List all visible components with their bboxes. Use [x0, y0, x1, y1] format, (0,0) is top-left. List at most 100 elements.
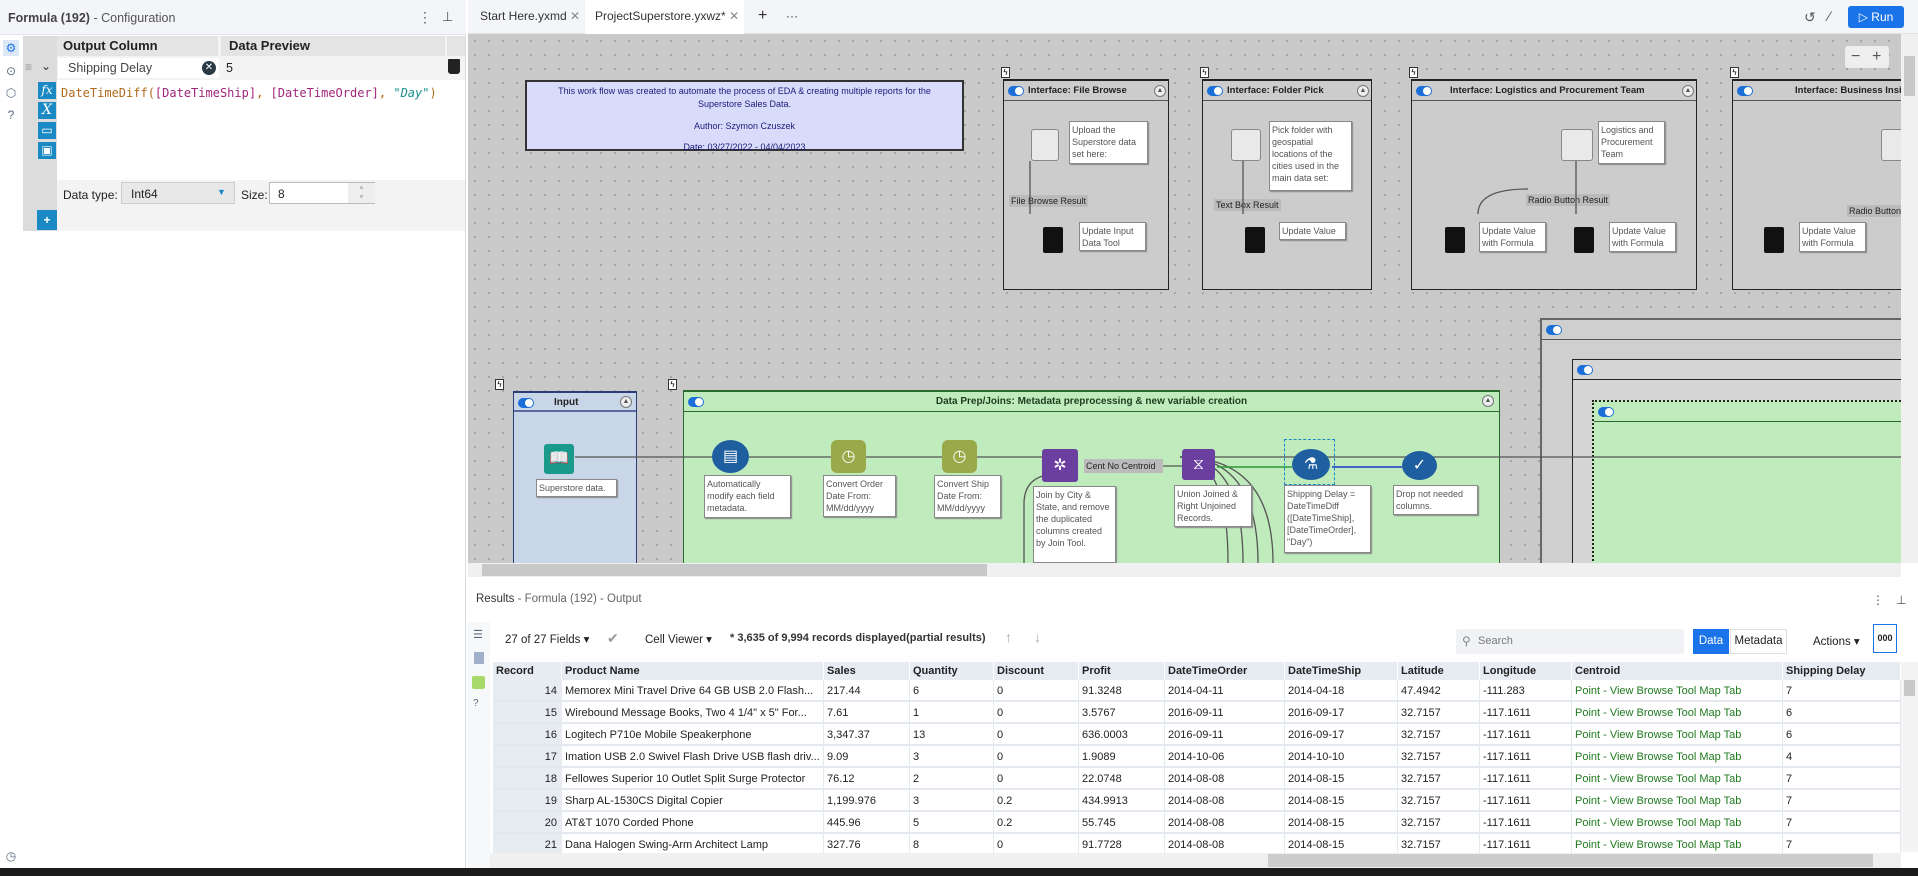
- number-format-button[interactable]: 000: [1873, 624, 1897, 653]
- table-cell[interactable]: 0: [994, 724, 1079, 746]
- record-number[interactable]: 15: [493, 702, 562, 724]
- table-cell[interactable]: 1,199.976: [824, 790, 910, 812]
- table-cell[interactable]: 3: [910, 790, 994, 812]
- record-number[interactable]: 16: [493, 724, 562, 746]
- variable-icon[interactable]: X: [38, 102, 56, 119]
- table-cell[interactable]: 13: [910, 724, 994, 746]
- auto-field-tool[interactable]: ▤: [712, 440, 749, 473]
- table-cell[interactable]: 7: [1783, 768, 1901, 790]
- table-cell[interactable]: 2016-09-11: [1165, 702, 1285, 724]
- table-cell[interactable]: 0: [994, 746, 1079, 768]
- record-number[interactable]: 18: [493, 768, 562, 790]
- table-cell[interactable]: Logitech P710e Mobile Speakerphone: [562, 724, 824, 746]
- actions-dropdown[interactable]: Actions ▾: [1813, 634, 1860, 648]
- table-cell[interactable]: -117.1611: [1480, 724, 1572, 746]
- formula-tool[interactable]: ⚗: [1292, 449, 1330, 480]
- drag-handle[interactable]: ≡: [25, 60, 32, 74]
- table-cell[interactable]: AT&T 1070 Corded Phone: [562, 812, 824, 834]
- table-cell[interactable]: 4: [1783, 746, 1901, 768]
- table-cell[interactable]: 2014-08-08: [1165, 768, 1285, 790]
- table-cell[interactable]: 1: [910, 702, 994, 724]
- column-header[interactable]: Quantity: [910, 662, 994, 680]
- clear-icon[interactable]: ✕: [202, 61, 216, 75]
- pin-icon[interactable]: ⊥: [442, 9, 453, 25]
- fx-icon[interactable]: fx: [38, 82, 56, 99]
- table-cell[interactable]: 5: [910, 812, 994, 834]
- table-cell[interactable]: 6: [1783, 702, 1901, 724]
- table-cell[interactable]: 0.2: [994, 812, 1079, 834]
- table-cell[interactable]: 2014-08-15: [1285, 768, 1398, 790]
- join-tool[interactable]: ✲: [1042, 449, 1078, 482]
- table-cell[interactable]: 1.9089: [1079, 746, 1165, 768]
- table-cell[interactable]: Point - View Browse Tool Map Tab: [1572, 790, 1783, 812]
- record-number[interactable]: 20: [493, 812, 562, 834]
- trash-icon[interactable]: [448, 59, 460, 74]
- metadata-tab[interactable]: Metadata: [1730, 629, 1787, 654]
- table-cell[interactable]: 7.61: [824, 702, 910, 724]
- fields-dropdown[interactable]: 27 of 27 Fields ▾: [505, 632, 589, 646]
- table-cell[interactable]: 2014-08-08: [1165, 790, 1285, 812]
- data-tab[interactable]: Data: [1693, 629, 1729, 654]
- table-cell[interactable]: Sharp AL-1530CS Digital Copier: [562, 790, 824, 812]
- output-column-input[interactable]: Shipping Delay ✕: [58, 58, 219, 78]
- column-header[interactable]: Profit: [1079, 662, 1165, 680]
- add-formula-button[interactable]: +: [37, 210, 57, 230]
- column-header[interactable]: Record: [493, 662, 562, 680]
- chevron-down-icon[interactable]: ⌄: [41, 59, 51, 73]
- table-cell[interactable]: 6: [910, 680, 994, 702]
- table-cell[interactable]: 91.3248: [1079, 680, 1165, 702]
- table-cell[interactable]: 217.44: [824, 680, 910, 702]
- table-cell[interactable]: Fellowes Superior 10 Outlet Split Surge …: [562, 768, 824, 790]
- table-cell[interactable]: -117.1611: [1480, 790, 1572, 812]
- column-header[interactable]: Discount: [994, 662, 1079, 680]
- table-cell[interactable]: -117.1611: [1480, 702, 1572, 724]
- table-cell[interactable]: 2: [910, 768, 994, 790]
- column-header[interactable]: Sales: [824, 662, 910, 680]
- table-cell[interactable]: Point - View Browse Tool Map Tab: [1572, 768, 1783, 790]
- table-cell[interactable]: 22.0748: [1079, 768, 1165, 790]
- add-tab-button[interactable]: +: [748, 0, 767, 34]
- size-input[interactable]: 8 ▲ ▼: [269, 182, 375, 204]
- table-cell[interactable]: Imation USB 2.0 Swivel Flash Drive USB f…: [562, 746, 824, 768]
- table-cell[interactable]: 32.7157: [1398, 702, 1480, 724]
- workflow-canvas[interactable]: − + This work flow was created to automa…: [468, 34, 1901, 563]
- table-cell[interactable]: Point - View Browse Tool Map Tab: [1572, 680, 1783, 702]
- arrow-up-icon[interactable]: ↑: [1005, 629, 1012, 645]
- table-cell[interactable]: 2014-04-11: [1165, 680, 1285, 702]
- help-icon[interactable]: ?: [473, 698, 479, 709]
- table-cell[interactable]: -117.1611: [1480, 768, 1572, 790]
- record-number[interactable]: 17: [493, 746, 562, 768]
- output-anchor-icon[interactable]: [472, 676, 485, 689]
- table-cell[interactable]: 32.7157: [1398, 724, 1480, 746]
- record-number[interactable]: 19: [493, 790, 562, 812]
- table-cell[interactable]: -111.283: [1480, 680, 1572, 702]
- column-header[interactable]: Latitude: [1398, 662, 1480, 680]
- column-header[interactable]: DateTimeOrder: [1165, 662, 1285, 680]
- table-cell[interactable]: 3: [910, 746, 994, 768]
- history-icon[interactable]: ↺: [1804, 9, 1816, 26]
- column-header[interactable]: Product Name: [562, 662, 824, 680]
- table-vertical-scrollbar[interactable]: [1901, 662, 1918, 852]
- tag-icon[interactable]: ⬡: [3, 85, 19, 101]
- more-tabs-button[interactable]: ···: [776, 0, 798, 34]
- canvas-horizontal-scrollbar[interactable]: [468, 563, 1901, 577]
- table-icon[interactable]: [474, 652, 484, 664]
- stepper[interactable]: ▲ ▼: [348, 183, 375, 203]
- table-cell[interactable]: 7: [1783, 812, 1901, 834]
- data-type-select[interactable]: Int64 ▼: [121, 182, 235, 204]
- table-cell[interactable]: 0.2: [994, 790, 1079, 812]
- tab-project-superstore[interactable]: ProjectSuperstore.yxwz* ✕: [585, 0, 744, 34]
- check-icon[interactable]: ✔: [607, 630, 619, 647]
- table-cell[interactable]: 55.745: [1079, 812, 1165, 834]
- more-icon[interactable]: ⋮: [418, 9, 432, 26]
- table-cell[interactable]: 6: [1783, 724, 1901, 746]
- table-cell[interactable]: Point - View Browse Tool Map Tab: [1572, 702, 1783, 724]
- pin-icon[interactable]: ⊥: [1896, 593, 1906, 607]
- union-tool[interactable]: ⧖: [1182, 449, 1215, 480]
- magic-wand-icon[interactable]: ⁄: [1828, 8, 1830, 24]
- select-tool[interactable]: ✓: [1402, 451, 1437, 480]
- list-icon[interactable]: ☰: [473, 628, 483, 641]
- table-cell[interactable]: Memorex Mini Travel Drive 64 GB USB 2.0 …: [562, 680, 824, 702]
- table-cell[interactable]: 32.7157: [1398, 746, 1480, 768]
- table-cell[interactable]: Point - View Browse Tool Map Tab: [1572, 724, 1783, 746]
